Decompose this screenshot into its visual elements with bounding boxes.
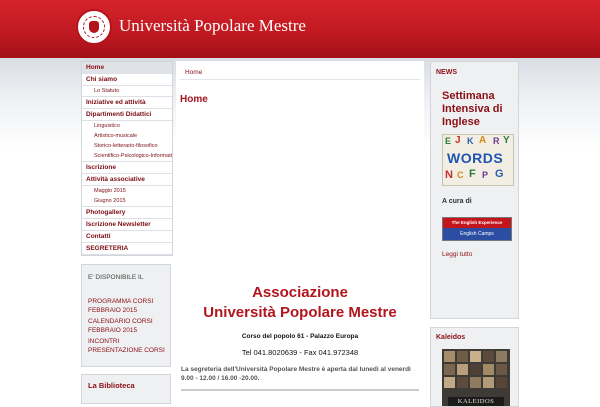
news-box: NEWS Settimana Intensiva di Inglese E J … xyxy=(430,61,519,319)
calendario-corsi-link[interactable]: CALENDARIO CORSI FEBBRAIO 2015 xyxy=(88,317,168,335)
nav-item-newsletter[interactable]: Iscrizione Newsletter xyxy=(82,219,172,231)
available-title: E' DISPONIBILE IL xyxy=(88,274,144,281)
association-heading-line2: Università Popolare Mestre xyxy=(203,304,397,321)
english-experience-banner[interactable]: The English Experience English Camps xyxy=(442,217,512,241)
nav-sub-linguistico[interactable]: Linguistico xyxy=(82,121,172,131)
nav-item-home[interactable]: Home xyxy=(82,62,172,74)
nav-item-contatti[interactable]: Contatti xyxy=(82,231,172,243)
main-content: Home Home Associazione Università Popola… xyxy=(176,61,424,406)
banner-bottom-text: English Camps xyxy=(443,228,511,240)
office-hours-notice: La segreteria dell'Università Popolare M… xyxy=(181,366,411,382)
banner-top-text: The English Experience xyxy=(443,218,511,228)
nav-sub-scientifico[interactable]: Scientifico-Psicologico-Informatico xyxy=(82,151,172,162)
address-text: Corso del popolo 61 - Palazzo Europa xyxy=(241,333,359,340)
page-title: Home xyxy=(180,94,208,105)
seal-emblem xyxy=(89,21,99,33)
nav-sub-artistico[interactable]: Artistico-musicale xyxy=(82,131,172,141)
by-label: A cura di xyxy=(442,198,472,205)
nav-item-dipartimenti[interactable]: Dipartimenti Didattici xyxy=(82,109,172,121)
nav-item-chi-siamo[interactable]: Chi siamo xyxy=(82,74,172,86)
programma-corsi-link[interactable]: PROGRAMMA CORSI FEBBRAIO 2015 xyxy=(88,297,168,315)
kaleidos-heading[interactable]: Kaleidos xyxy=(436,334,465,341)
nav-item-photogallery[interactable]: Photogallery xyxy=(82,207,172,219)
words-image-text: WORDS xyxy=(447,150,504,166)
words-image[interactable]: E J K A R Y WORDS N C F P G xyxy=(442,134,514,186)
association-heading-line1: Associazione xyxy=(252,284,348,301)
incontri-link[interactable]: INCONTRI PRESENTAZIONE CORSI xyxy=(88,337,168,355)
nav-sub-giugno[interactable]: Giugno 2015 xyxy=(82,196,172,207)
nav-sub-maggio[interactable]: Maggio 2015 xyxy=(82,186,172,196)
news-heading: NEWS xyxy=(436,69,457,76)
nav-sub-lo-statuto[interactable]: Lo Statuto xyxy=(82,86,172,97)
read-all-link[interactable]: Leggi tutto xyxy=(442,251,472,258)
kaleidos-box: Kaleidos KALEIDOS xyxy=(430,327,519,407)
phone-text: Tel 041.8020639 - Fax 041.972348 xyxy=(241,348,359,357)
nav-item-iniziative[interactable]: Iniziative ed attività xyxy=(82,97,172,109)
content-divider xyxy=(181,389,419,391)
breadcrumb[interactable]: Home xyxy=(185,69,202,76)
library-title[interactable]: La Biblioteca xyxy=(88,381,135,390)
sidebar-nav: Home Chi siamo Lo Statuto Iniziative ed … xyxy=(81,61,173,256)
nav-item-segreteria[interactable]: SEGRETERIA xyxy=(82,243,172,255)
breadcrumb-divider xyxy=(180,79,420,80)
news-title[interactable]: Settimana Intensiva di Inglese xyxy=(442,90,520,129)
university-seal-logo[interactable] xyxy=(76,9,112,45)
site-title[interactable]: Università Popolare Mestre xyxy=(119,16,306,36)
nav-item-iscrizione[interactable]: Iscrizione xyxy=(82,162,172,174)
nav-item-attivita[interactable]: Attività associative xyxy=(82,174,172,186)
kaleidos-image-label: KALEIDOS xyxy=(448,397,504,406)
nav-sub-storico[interactable]: Storico-letterario-filosofico xyxy=(82,141,172,151)
available-box: E' DISPONIBILE IL PROGRAMMA CORSI FEBBRA… xyxy=(81,264,171,367)
kaleidos-image[interactable]: KALEIDOS xyxy=(442,349,510,406)
